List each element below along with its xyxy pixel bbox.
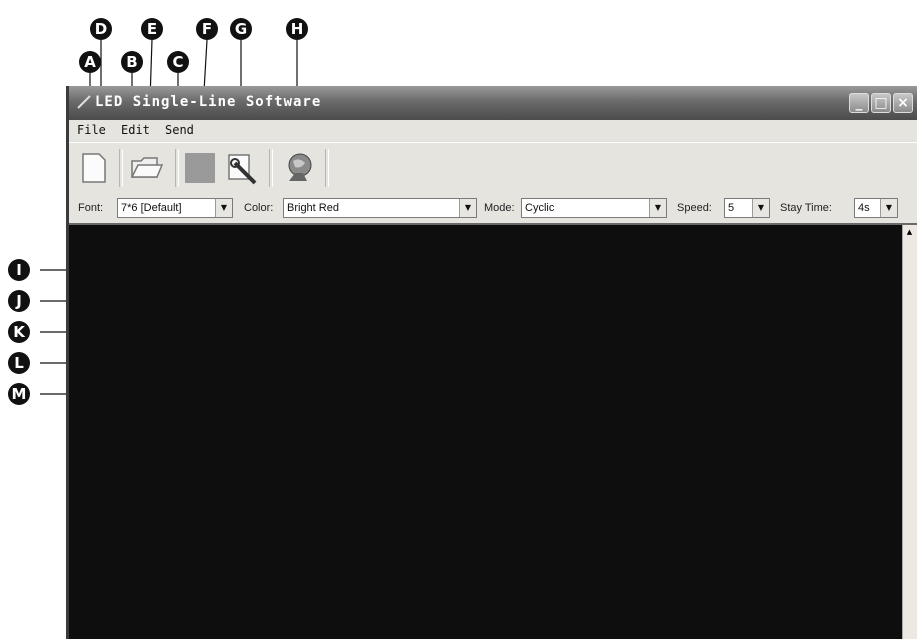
tools-icon[interactable] — [225, 151, 259, 185]
font-value: 7*6 [Default] — [121, 202, 182, 214]
stay-time-value: 4s — [858, 202, 870, 214]
callout-m: M — [8, 383, 30, 405]
mode-select[interactable]: Cyclic ▼ — [521, 198, 667, 218]
window-title: LED Single-Line Software — [95, 94, 322, 110]
stay-time-label: Stay Time: — [780, 202, 832, 214]
toolbar — [69, 142, 917, 194]
minimize-button[interactable]: _ — [849, 93, 869, 113]
close-button[interactable]: × — [893, 93, 913, 113]
callout-l: L — [8, 352, 30, 374]
toolbar-separator — [269, 149, 273, 187]
options-bar: Font: 7*6 [Default] ▼ Color: Bright Red … — [69, 193, 917, 225]
menu-file[interactable]: File — [77, 123, 106, 137]
pen-icon — [77, 95, 91, 109]
menu-bar: File Edit Send — [69, 120, 917, 140]
app-window: LED Single-Line Software _ □ × File Edit… — [66, 86, 917, 639]
speed-select[interactable]: 5 ▼ — [724, 198, 770, 218]
speed-value: 5 — [728, 202, 735, 214]
speed-label: Speed: — [677, 202, 712, 214]
callout-e: E — [141, 18, 163, 40]
font-label: Font: — [78, 202, 104, 214]
callout-c: C — [167, 51, 189, 73]
toolbar-separator — [325, 149, 329, 187]
open-folder-icon[interactable] — [129, 151, 163, 185]
callout-h: H — [286, 18, 308, 40]
globe-icon[interactable] — [281, 151, 315, 185]
color-label: Color: — [244, 202, 274, 214]
callout-d: D — [90, 18, 112, 40]
callout-a: A — [79, 51, 101, 73]
callout-b: B — [121, 51, 143, 73]
new-file-icon[interactable] — [77, 151, 111, 185]
callout-i: I — [8, 259, 30, 281]
mode-label: Mode: — [484, 202, 515, 214]
menu-edit[interactable]: Edit — [121, 123, 150, 137]
color-select[interactable]: Bright Red ▼ — [283, 198, 477, 218]
chevron-down-icon[interactable]: ▼ — [752, 199, 769, 217]
toolbar-separator — [175, 149, 179, 187]
color-square-icon[interactable] — [183, 151, 217, 185]
maximize-button[interactable]: □ — [871, 93, 891, 113]
chevron-down-icon[interactable]: ▼ — [459, 199, 476, 217]
callout-j: J — [8, 290, 30, 312]
callout-g: G — [230, 18, 252, 40]
minimize-icon: _ — [855, 95, 863, 111]
stay-time-select[interactable]: 4s ▼ — [854, 198, 898, 218]
font-select[interactable]: 7*6 [Default] ▼ — [117, 198, 233, 218]
toolbar-separator — [119, 149, 123, 187]
callout-k: K — [8, 321, 30, 343]
callout-f: F — [196, 18, 218, 40]
scroll-up-icon[interactable]: ▲ — [903, 225, 916, 239]
menu-send[interactable]: Send — [165, 123, 194, 137]
vertical-scrollbar[interactable]: ▲ — [902, 225, 917, 639]
chevron-down-icon[interactable]: ▼ — [649, 199, 666, 217]
mode-value: Cyclic — [525, 202, 555, 214]
chevron-down-icon[interactable]: ▼ — [215, 199, 232, 217]
maximize-icon: □ — [874, 95, 888, 111]
led-preview-canvas[interactable] — [69, 225, 903, 639]
title-bar[interactable]: LED Single-Line Software _ □ × — [69, 86, 917, 120]
chevron-down-icon[interactable]: ▼ — [880, 199, 897, 217]
close-icon: × — [897, 95, 909, 111]
color-value: Bright Red — [287, 202, 339, 214]
